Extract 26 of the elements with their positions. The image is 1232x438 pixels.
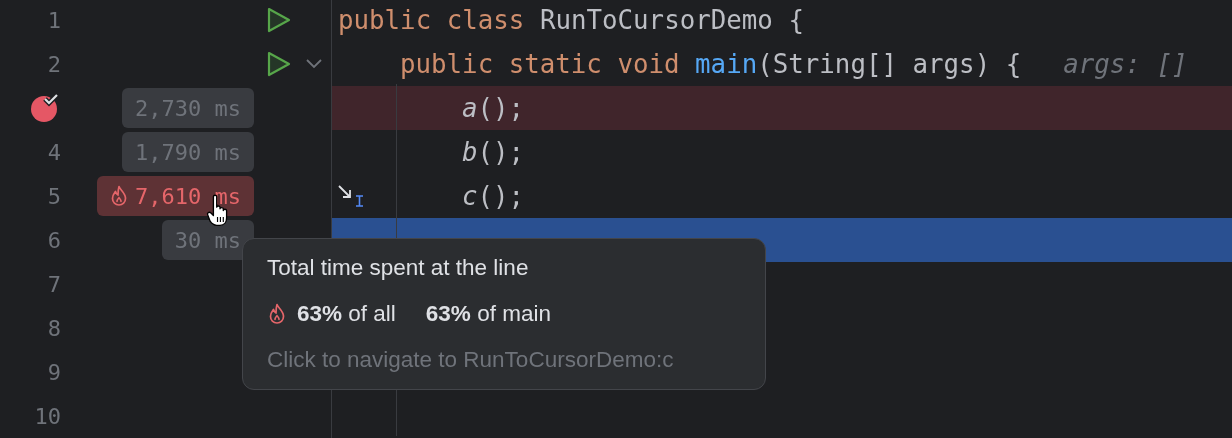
line-number: 1 bbox=[47, 7, 62, 33]
timing-badge[interactable]: 2,730 ms bbox=[122, 88, 254, 128]
code-line: public class RunToCursorDemo { bbox=[338, 5, 804, 35]
percentage-stat: 63% of all bbox=[297, 301, 396, 327]
line-number: 9 bbox=[47, 359, 62, 385]
line-number: 8 bbox=[47, 315, 62, 341]
code-line: a(); bbox=[462, 93, 525, 123]
line-number: 6 bbox=[47, 227, 62, 253]
flame-icon bbox=[267, 303, 287, 325]
navigate-link[interactable]: Click to navigate to RunToCursorDemo:c bbox=[267, 347, 753, 373]
line-number: 7 bbox=[47, 271, 62, 297]
timing-badge[interactable]: 30 ms bbox=[161, 220, 254, 260]
tooltip-title: Total time spent at the line bbox=[267, 255, 530, 281]
percentage-stat: 63% of main bbox=[425, 301, 551, 327]
timing-badge[interactable]: 1,790 ms bbox=[122, 132, 254, 172]
code-line: b(); bbox=[462, 137, 525, 167]
run-to-cursor-icon[interactable] bbox=[337, 184, 365, 208]
inline-value-hint: args: [] bbox=[1063, 49, 1188, 79]
code-line: c(); bbox=[462, 181, 525, 211]
line-number: 4 bbox=[47, 139, 62, 165]
breakpoint-icon[interactable] bbox=[30, 94, 60, 122]
line-number: 10 bbox=[34, 403, 62, 429]
line-number: 5 bbox=[47, 183, 62, 209]
chevron-down-icon[interactable] bbox=[306, 59, 322, 69]
code-line: public static void main(String[] args) { bbox=[400, 49, 1022, 79]
line-number: 2 bbox=[47, 51, 62, 77]
